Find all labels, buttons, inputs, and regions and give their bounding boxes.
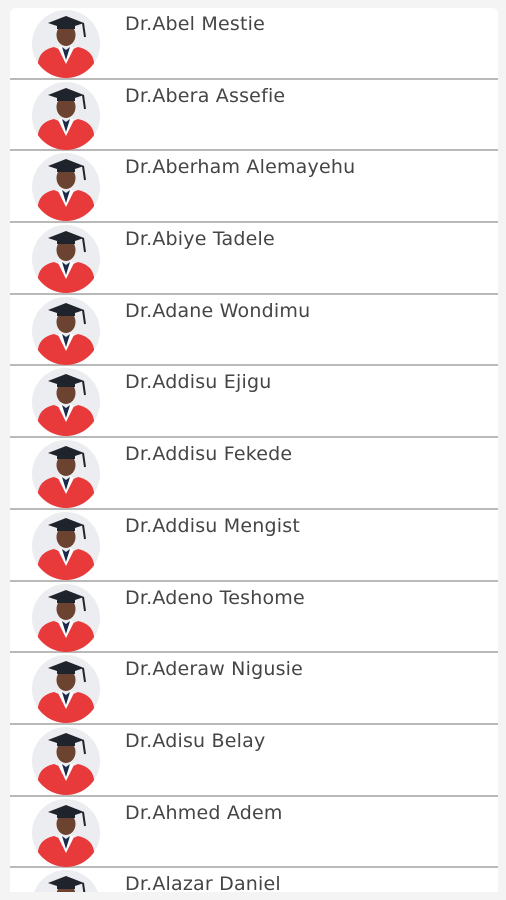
list-item[interactable]: Dr.Adane Wondimu	[10, 295, 498, 367]
list-item[interactable]: Dr.Addisu Fekede	[10, 438, 498, 510]
list-item[interactable]: Dr.Addisu Mengist	[10, 510, 498, 582]
list-item[interactable]: Dr.Aderaw Nigusie	[10, 653, 498, 725]
graduate-avatar	[32, 10, 100, 78]
graduate-avatar	[32, 440, 100, 509]
doctor-name: Dr.Alazar Daniel	[125, 873, 281, 892]
graduate-avatar	[32, 655, 100, 724]
list-item[interactable]: Dr.Alazar Daniel	[10, 868, 498, 892]
list-item[interactable]: Dr.Abera Assefie	[10, 80, 498, 152]
graduate-avatar	[32, 81, 100, 150]
graduate-avatar	[32, 225, 100, 294]
list-item[interactable]: Dr.Adeno Teshome	[10, 582, 498, 654]
doctor-name: Dr.Addisu Ejigu	[125, 371, 272, 394]
graduate-avatar	[32, 726, 100, 795]
doctor-name: Dr.Adane Wondimu	[125, 299, 311, 322]
list-item[interactable]: Dr.Ahmed Adem	[10, 797, 498, 869]
graduate-avatar	[32, 870, 100, 892]
list-item[interactable]: Dr.Adisu Belay	[10, 725, 498, 797]
graduate-avatar	[32, 511, 100, 580]
doctor-name: Dr.Aderaw Nigusie	[125, 658, 304, 681]
list-item[interactable]: Dr.Abel Mestie	[10, 8, 498, 80]
list-item[interactable]: Dr.Abiye Tadele	[10, 223, 498, 295]
doctor-name: Dr.Adeno Teshome	[125, 586, 305, 609]
list-item[interactable]: Dr.Addisu Ejigu	[10, 366, 498, 439]
doctor-name: Dr.Abiye Tadele	[125, 228, 275, 251]
doctor-name: Dr.Abera Assefie	[125, 84, 286, 107]
doctor-name: Dr.Adisu Belay	[125, 729, 266, 752]
doctor-name: Dr.Addisu Mengist	[125, 514, 300, 537]
graduate-avatar	[32, 296, 100, 365]
graduate-avatar	[32, 368, 100, 437]
graduate-avatar	[32, 583, 100, 652]
doctor-list: Dr.Abel Mestie Dr.Abera Assefie Dr.Aberh…	[10, 8, 498, 892]
doctor-name: Dr.Aberham Alemayehu	[125, 156, 356, 179]
doctor-name: Dr.Addisu Fekede	[125, 443, 293, 466]
list-item[interactable]: Dr.Aberham Alemayehu	[10, 151, 498, 224]
graduate-avatar	[32, 153, 100, 222]
doctor-name: Dr.Abel Mestie	[125, 13, 266, 35]
doctor-name: Dr.Ahmed Adem	[125, 801, 283, 824]
graduate-avatar	[32, 798, 100, 867]
